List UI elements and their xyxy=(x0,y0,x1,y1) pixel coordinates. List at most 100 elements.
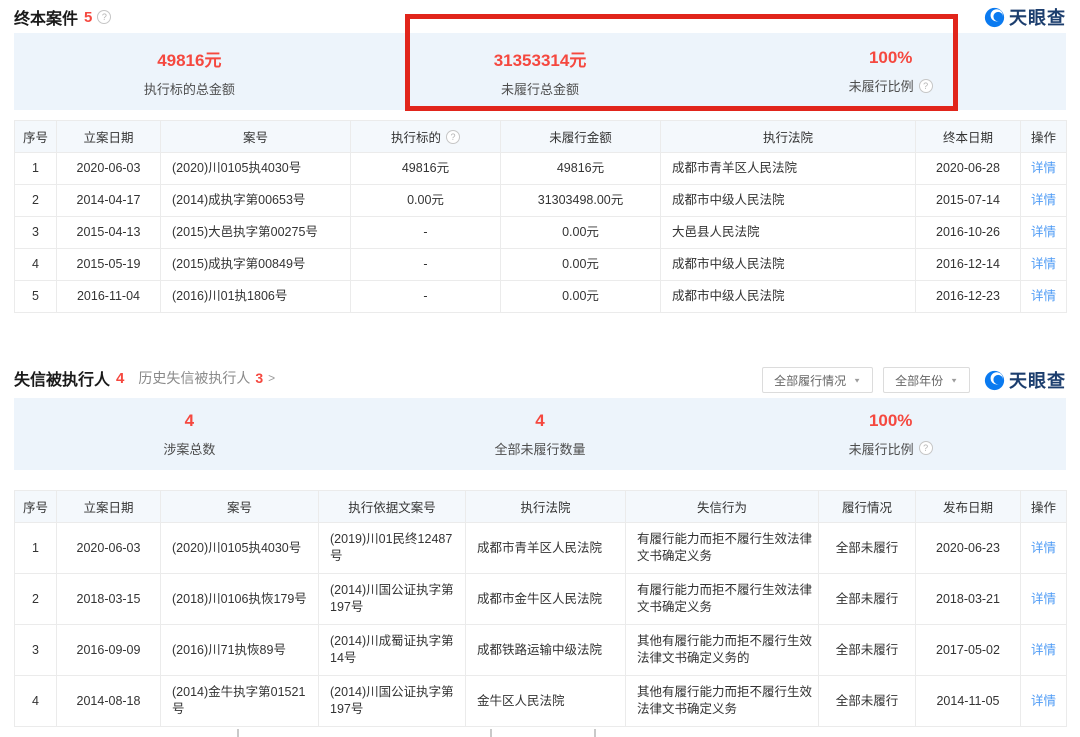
stat-label: 执行标的总金额 xyxy=(144,79,235,98)
help-icon[interactable]: ? xyxy=(446,130,460,144)
col-case-number: 案号 xyxy=(161,121,351,153)
highlight-annotation-box xyxy=(405,14,958,111)
col-seq: 序号 xyxy=(15,491,57,523)
cell-unfulfilled-amount: 49816元 xyxy=(501,153,661,185)
detail-link[interactable]: 详情 xyxy=(1031,592,1056,606)
cell-case-number: (2014)成执字第00653号 xyxy=(161,185,351,217)
cell-seq: 2 xyxy=(15,185,57,217)
stat-label: 涉案总数 xyxy=(163,439,215,458)
cell-exec-target: - xyxy=(351,281,501,313)
cell-fulfillment-status: 全部未履行 xyxy=(819,523,916,574)
divider-tick xyxy=(237,729,239,737)
col-fulfillment-status: 履行情况 xyxy=(819,491,916,523)
detail-link[interactable]: 详情 xyxy=(1031,257,1056,271)
cell-filing-date: 2016-11-04 xyxy=(57,281,161,313)
stat-value: 100% xyxy=(869,411,912,431)
brand-logo-icon xyxy=(984,7,1005,28)
dishonest-debtor-table: 序号 立案日期 案号 执行依据文案号 执行法院 失信行为 履行情况 发布日期 操… xyxy=(14,490,1067,727)
detail-link[interactable]: 详情 xyxy=(1031,225,1056,239)
table-row: 1 2020-06-03 (2020)川0105执4030号 49816元 49… xyxy=(15,153,1067,185)
stat-case-total: 4 涉案总数 xyxy=(14,398,365,470)
detail-link[interactable]: 详情 xyxy=(1031,193,1056,207)
fulfillment-filter-dropdown[interactable]: 全部履行情况 ▼ xyxy=(762,367,873,393)
detail-link[interactable]: 详情 xyxy=(1031,289,1056,303)
cell-case-number: (2016)川01执1806号 xyxy=(161,281,351,313)
year-filter-dropdown[interactable]: 全部年份 ▼ xyxy=(883,367,970,393)
section2-title: 失信被执行人 xyxy=(14,366,110,390)
divider-tick xyxy=(594,729,596,737)
cell-publish-date: 2018-03-21 xyxy=(916,574,1021,625)
stat-all-unfulfilled-count: 4 全部未履行数量 xyxy=(365,398,716,470)
cell-court: 成都市青羊区人民法院 xyxy=(466,523,626,574)
cell-basis-doc-number: (2019)川01民终12487号 xyxy=(319,523,466,574)
cell-publish-date: 2020-06-23 xyxy=(916,523,1021,574)
chevron-right-icon: > xyxy=(268,371,275,385)
stat-value: 4 xyxy=(535,411,544,431)
help-icon[interactable]: ? xyxy=(97,10,111,24)
cell-final-date: 2016-12-23 xyxy=(916,281,1021,313)
page: { "brand": { "name": "天眼查" }, "icons": {… xyxy=(0,0,1080,737)
section2-summary-bar: 4 涉案总数 4 全部未履行数量 100% 未履行比例 ? xyxy=(14,398,1066,470)
brand-logo: 天眼查 xyxy=(984,4,1066,30)
history-dishonest-link[interactable]: 历史失信被执行人 3 > xyxy=(138,368,275,388)
col-filing-date: 立案日期 xyxy=(57,491,161,523)
cell-case-number: (2020)川0105执4030号 xyxy=(161,523,319,574)
stat-label: 全部未履行数量 xyxy=(495,439,586,458)
table-row: 3 2016-09-09 (2016)川71执恢89号 (2014)川成蜀证执字… xyxy=(15,625,1067,676)
cell-publish-date: 2014-11-05 xyxy=(916,676,1021,727)
table-row: 4 2015-05-19 (2015)成执字第00849号 - 0.00元 成都… xyxy=(15,249,1067,281)
table-row: 3 2015-04-13 (2015)大邑执字第00275号 - 0.00元 大… xyxy=(15,217,1067,249)
cell-case-number: (2015)大邑执字第00275号 xyxy=(161,217,351,249)
col-filing-date: 立案日期 xyxy=(57,121,161,153)
cell-dishonest-conduct: 其他有履行能力而拒不履行生效法律文书确定义务 xyxy=(626,676,819,727)
stat-label: 未履行比例 xyxy=(849,439,914,458)
cell-exec-target: 0.00元 xyxy=(351,185,501,217)
col-basis-doc-number: 执行依据文案号 xyxy=(319,491,466,523)
cell-final-date: 2016-10-26 xyxy=(916,217,1021,249)
cell-filing-date: 2015-04-13 xyxy=(57,217,161,249)
detail-link[interactable]: 详情 xyxy=(1031,541,1056,555)
detail-link[interactable]: 详情 xyxy=(1031,161,1056,175)
cell-court: 成都铁路运输中级法院 xyxy=(466,625,626,676)
cell-filing-date: 2016-09-09 xyxy=(57,625,161,676)
cell-final-date: 2016-12-14 xyxy=(916,249,1021,281)
col-seq: 序号 xyxy=(15,121,57,153)
cell-seq: 3 xyxy=(15,217,57,249)
cell-exec-target: 49816元 xyxy=(351,153,501,185)
detail-link[interactable]: 详情 xyxy=(1031,643,1056,657)
cell-unfulfilled-amount: 0.00元 xyxy=(501,281,661,313)
cell-court: 成都市中级人民法院 xyxy=(661,185,916,217)
brand-logo-icon xyxy=(984,370,1005,391)
detail-link[interactable]: 详情 xyxy=(1031,694,1056,708)
divider-tick xyxy=(490,729,492,737)
cell-fulfillment-status: 全部未履行 xyxy=(819,625,916,676)
table-row: 1 2020-06-03 (2020)川0105执4030号 (2019)川01… xyxy=(15,523,1067,574)
cell-case-number: (2018)川0106执恢179号 xyxy=(161,574,319,625)
brand-logo: 天眼查 xyxy=(984,367,1066,393)
section1-title: 终本案件 xyxy=(14,5,78,29)
cell-court: 金牛区人民法院 xyxy=(466,676,626,727)
col-dishonest-conduct: 失信行为 xyxy=(626,491,819,523)
stat-value: 49816元 xyxy=(157,46,221,71)
chevron-down-icon: ▼ xyxy=(950,376,958,383)
col-unfulfilled-amount: 未履行金额 xyxy=(501,121,661,153)
col-exec-target: 执行标的 ? xyxy=(351,121,501,153)
stat-exec-total: 49816元 执行标的总金额 xyxy=(14,33,365,110)
help-icon[interactable]: ? xyxy=(919,441,933,455)
col-action: 操作 xyxy=(1021,121,1067,153)
cell-exec-target: - xyxy=(351,249,501,281)
section1-header: 终本案件 5 ? xyxy=(14,5,111,29)
cell-final-date: 2020-06-28 xyxy=(916,153,1021,185)
section1-count: 5 xyxy=(84,9,92,26)
history-count: 3 xyxy=(255,370,263,386)
table-row: 2 2014-04-17 (2014)成执字第00653号 0.00元 3130… xyxy=(15,185,1067,217)
cell-exec-target: - xyxy=(351,217,501,249)
col-case-number: 案号 xyxy=(161,491,319,523)
cell-final-date: 2015-07-14 xyxy=(916,185,1021,217)
cell-court: 大邑县人民法院 xyxy=(661,217,916,249)
col-final-date: 终本日期 xyxy=(916,121,1021,153)
cell-court: 成都市青羊区人民法院 xyxy=(661,153,916,185)
cell-seq: 2 xyxy=(15,574,57,625)
cell-filing-date: 2018-03-15 xyxy=(57,574,161,625)
cell-dishonest-conduct: 有履行能力而拒不履行生效法律文书确定义务 xyxy=(626,523,819,574)
